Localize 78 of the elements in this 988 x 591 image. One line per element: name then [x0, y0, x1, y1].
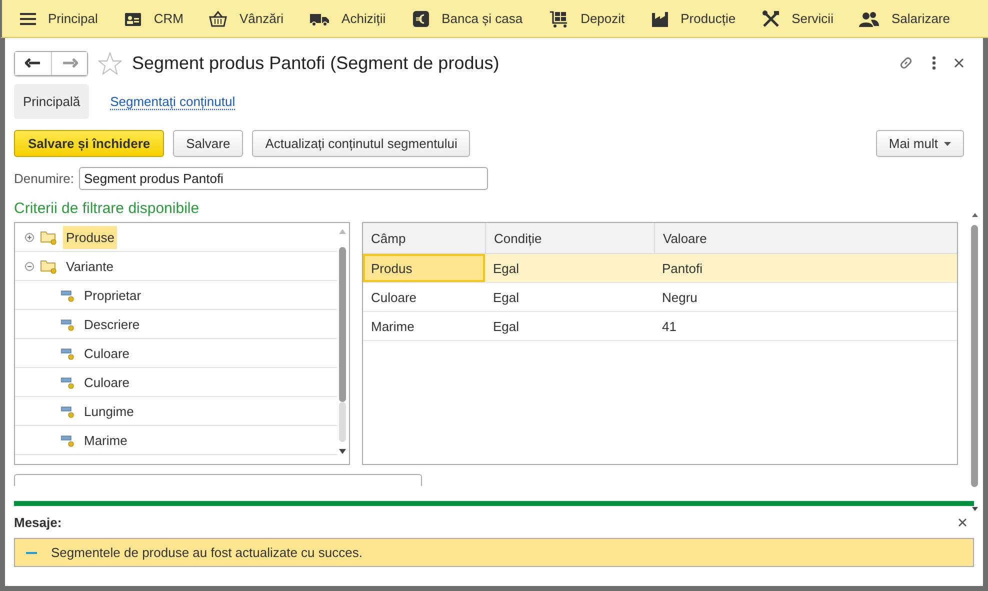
table-cell-text: Egal: [492, 318, 520, 336]
menu-item[interactable]: Servicii: [792, 11, 834, 26]
dash-icon: [26, 552, 37, 554]
scrollbar-thumb[interactable]: [971, 225, 978, 487]
tab[interactable]: Principală: [14, 84, 90, 118]
tree-item[interactable]: Lungime: [81, 400, 137, 422]
more-button[interactable]: Mai mult: [876, 130, 964, 157]
people-icon[interactable]: [859, 10, 880, 26]
tab-link[interactable]: Segmentați conținutul: [101, 84, 244, 118]
menu-item[interactable]: CRM: [154, 11, 184, 26]
menu-item[interactable]: Salarizare: [891, 11, 950, 26]
name-label: Denumire:: [14, 171, 74, 186]
arrow-right-icon: [62, 58, 78, 68]
table-row[interactable]: Marime Egal 41: [363, 312, 957, 341]
factory-icon[interactable]: [650, 10, 669, 26]
table-cell-text: Egal: [492, 288, 520, 307]
close-icon[interactable]: [954, 58, 964, 68]
collapse-icon[interactable]: [25, 262, 34, 270]
field-icon: [61, 318, 75, 330]
table-cell-text: Culoare: [370, 288, 418, 306]
menu-icon[interactable]: [20, 12, 36, 26]
menu-item[interactable]: Achiziții: [342, 11, 386, 26]
message-text: Segmentele de produse au fost actualizate cu succes.: [51, 545, 362, 560]
toolbar-button[interactable]: Actualizați conținutul segmentului: [252, 130, 470, 157]
tools-icon[interactable]: [762, 10, 780, 28]
folder-icon: [40, 258, 57, 274]
folder-icon: [40, 230, 57, 244]
tree-item[interactable]: Culoare: [81, 370, 133, 394]
link-icon[interactable]: [898, 55, 914, 71]
cart-icon[interactable]: [548, 10, 569, 28]
tree-item[interactable]: Culoare: [81, 342, 133, 364]
caret-icon: [944, 142, 951, 146]
table-cell-text: Egal: [492, 260, 520, 278]
menu-item[interactable]: Producție: [680, 11, 736, 26]
tree-item[interactable]: Descriere: [81, 312, 143, 336]
expand-icon[interactable]: [25, 232, 34, 242]
save-and-close-button[interactable]: Salvare și închidere: [14, 130, 164, 157]
euro-icon[interactable]: [412, 10, 430, 28]
scrollbar-thumb[interactable]: [339, 247, 346, 402]
menu-item[interactable]: Banca și casa: [442, 11, 523, 26]
arrow-left-icon: [25, 58, 41, 68]
field-icon: [61, 288, 75, 302]
field-icon: [61, 346, 75, 360]
column-header[interactable]: Condiție: [485, 223, 654, 253]
toolbar-button[interactable]: Salvare: [173, 130, 244, 157]
tree-item[interactable]: Variante: [63, 254, 116, 278]
table-cell-text: 41: [661, 318, 678, 336]
field-icon: [61, 404, 75, 418]
menu-item[interactable]: Depozit: [580, 11, 625, 26]
id-card-icon[interactable]: [124, 10, 142, 26]
table-cell-text: Pantofi: [661, 260, 704, 278]
table-cell-text: Marime: [370, 318, 416, 336]
form-title: Segment produs Pantofi (Segment de produs): [132, 52, 500, 74]
table-row[interactable]: Produs Egal Pantofi: [363, 254, 957, 283]
menu-item[interactable]: Principal: [48, 11, 98, 26]
menu-item[interactable]: Vânzări: [239, 11, 284, 26]
table-cell-text: Negru: [661, 288, 698, 307]
more-icon[interactable]: [932, 56, 936, 70]
column-header[interactable]: Câmp: [363, 223, 485, 253]
field-icon: [61, 376, 75, 388]
close-icon[interactable]: [958, 518, 967, 526]
table-row[interactable]: Culoare Egal Negru: [363, 283, 957, 312]
section-title: Criterii de filtrare disponibile: [14, 200, 200, 219]
scroll-down-icon[interactable]: [339, 449, 346, 454]
table-cell: Produs: [363, 254, 485, 282]
column-header[interactable]: Valoare: [654, 223, 957, 253]
back-button[interactable]: [15, 52, 51, 74]
scroll-up-icon[interactable]: [972, 213, 978, 217]
star-icon[interactable]: [98, 52, 122, 74]
tree-item[interactable]: Proprietar: [81, 284, 144, 306]
basket-icon[interactable]: [209, 10, 228, 26]
field-icon: [61, 434, 75, 446]
note-field[interactable]: [14, 474, 422, 486]
tree-item[interactable]: Marime: [81, 428, 130, 452]
name-field[interactable]: Segment produs Pantofi: [78, 167, 488, 190]
messages-title: Mesaje:: [14, 514, 62, 530]
tree-item[interactable]: Produse: [63, 226, 118, 248]
scroll-down-icon[interactable]: [972, 507, 978, 511]
